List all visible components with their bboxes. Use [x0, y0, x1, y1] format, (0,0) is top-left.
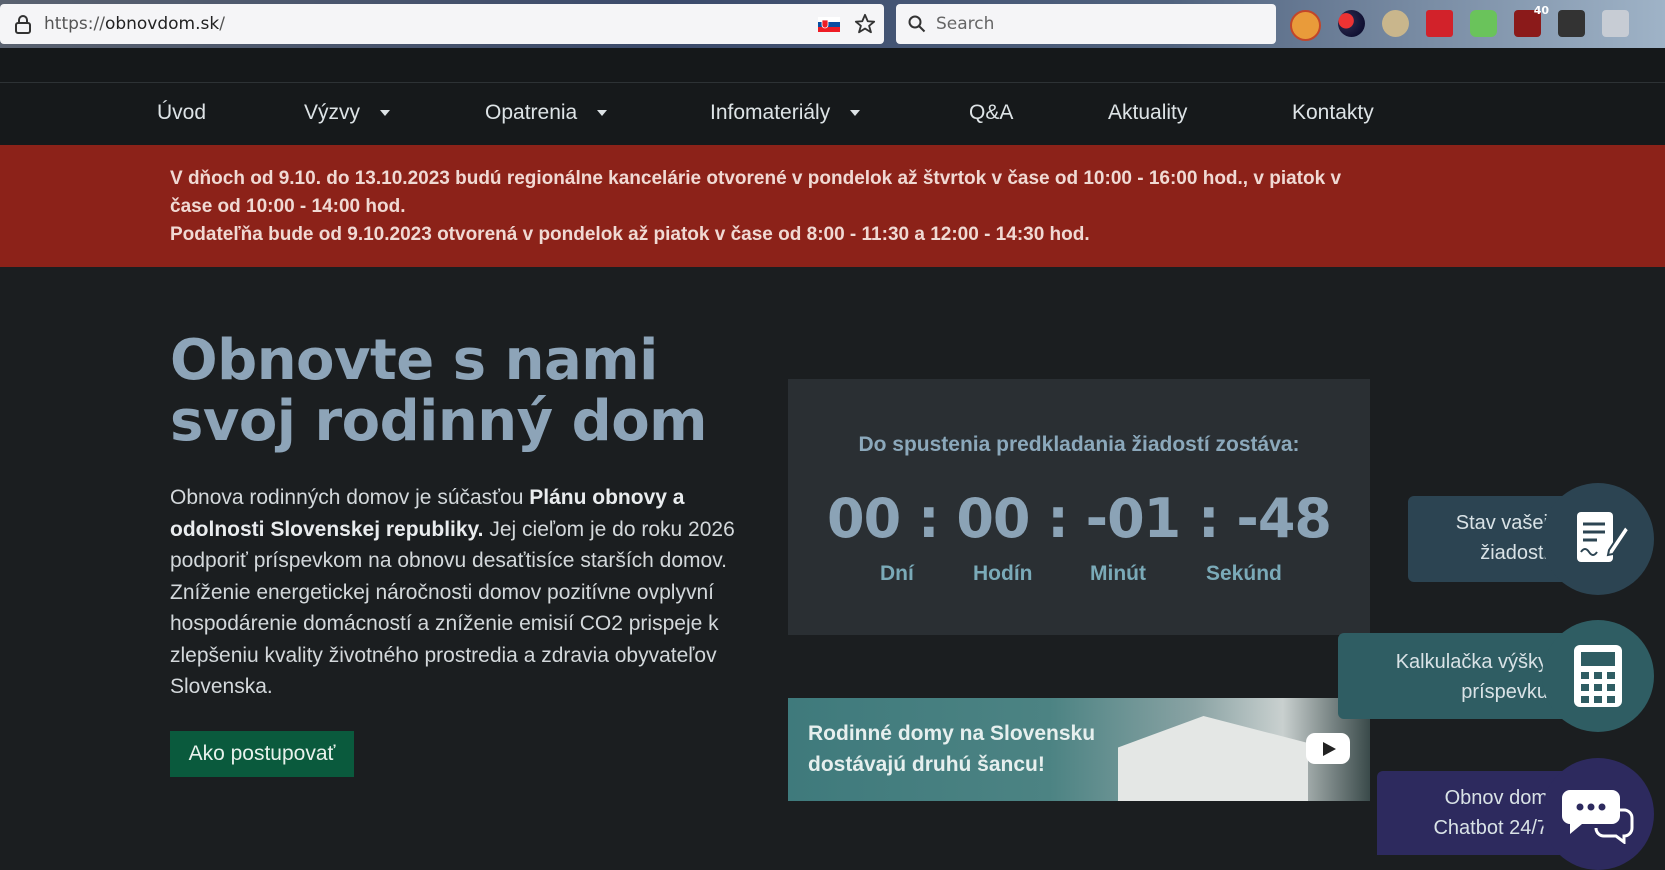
countdown-values: 00 : 00 : -01 : -48	[827, 487, 1332, 550]
chatbot-label[interactable]: Obnov dom Chatbot 24/7	[1377, 771, 1568, 855]
main-navigation: Úvod Výzvy Opatrenia Infomateriály Q&A A…	[0, 83, 1665, 145]
ublock-icon[interactable]: 40	[1514, 4, 1549, 37]
extension-gray-icon[interactable]	[1602, 10, 1629, 37]
search-icon	[908, 15, 926, 33]
extension-icons: 40	[1290, 4, 1629, 41]
hero-description: Obnova rodinných domov je súčasťou Plánu…	[170, 486, 735, 698]
announcement-banner: V dňoch od 9.10. do 13.10.2023 budú regi…	[0, 145, 1665, 267]
address-bar[interactable]: https://obnovdom.sk/	[0, 4, 884, 44]
calculator-icon[interactable]	[1542, 620, 1654, 732]
nav-item-aktuality[interactable]: Aktuality	[1108, 101, 1187, 125]
announcement-line-1: V dňoch od 9.10. do 13.10.2023 budú regi…	[170, 168, 1342, 217]
bookmark-star-icon[interactable]	[854, 13, 876, 35]
chevron-down-icon	[850, 110, 861, 116]
extension-blocker-icon[interactable]	[1290, 10, 1321, 41]
countdown-label-minutes: Minút	[1090, 562, 1146, 585]
video-thumbnail[interactable]: Rodinné domy na Slovensku dostávajú druh…	[788, 698, 1370, 801]
nav-item-kontakty[interactable]: Kontakty	[1292, 101, 1374, 125]
nav-item-infomaterialy[interactable]: Infomateriály	[710, 101, 861, 125]
nav-item-qa[interactable]: Q&A	[969, 101, 1013, 125]
extension-monkey-icon[interactable]	[1382, 10, 1409, 37]
lock-icon	[15, 15, 31, 34]
extension-toggle-icon[interactable]	[1470, 10, 1497, 37]
announcement-text: V dňoch od 9.10. do 13.10.2023 budú regi…	[170, 165, 1380, 249]
youtube-play-icon[interactable]	[1306, 733, 1350, 764]
nav-item-opatrenia[interactable]: Opatrenia	[485, 101, 608, 125]
page-title: Obnovte s nami svoj rodinný dom	[170, 328, 708, 454]
slovak-flag-icon[interactable]	[818, 17, 840, 32]
url-text: https://obnovdom.sk/	[44, 14, 225, 34]
ublock-badge: 40	[1533, 4, 1549, 17]
search-placeholder: Search	[936, 14, 995, 34]
chevron-down-icon	[380, 110, 391, 116]
extension-red-icon[interactable]	[1426, 10, 1453, 37]
countdown-label-days: Dní	[880, 562, 914, 585]
how-to-proceed-button[interactable]: Ako postupovať	[170, 731, 354, 777]
browser-search-box[interactable]: Search	[896, 4, 1276, 44]
countdown-label-seconds: Sekúnd	[1206, 562, 1282, 585]
house-image	[1118, 716, 1308, 801]
countdown-panel: Do spustenia predkladania žiadostí zostá…	[788, 379, 1370, 635]
nav-item-vyzvy[interactable]: Výzvy	[304, 101, 391, 125]
video-title: Rodinné domy na Slovensku dostávajú druh…	[808, 722, 1096, 776]
chat-bubble-icon[interactable]	[1542, 758, 1654, 870]
announcement-line-2: Podateľňa bude od 9.10.2023 otvorená v p…	[170, 224, 1090, 245]
countdown-label-hours: Hodín	[973, 562, 1033, 585]
nav-item-uvod[interactable]: Úvod	[157, 101, 206, 125]
document-sign-icon[interactable]	[1542, 483, 1654, 595]
extension-balls-icon[interactable]	[1338, 10, 1365, 37]
contribution-calculator-label[interactable]: Kalkulačka výšky príspevku	[1338, 633, 1568, 719]
site-top-strip	[0, 48, 1665, 83]
countdown-heading: Do spustenia predkladania žiadostí zostá…	[858, 433, 1300, 456]
browser-toolbar: https://obnovdom.sk/ Search 40	[0, 0, 1665, 48]
chevron-down-icon	[597, 110, 608, 116]
extension-glasses-icon[interactable]	[1558, 10, 1585, 37]
